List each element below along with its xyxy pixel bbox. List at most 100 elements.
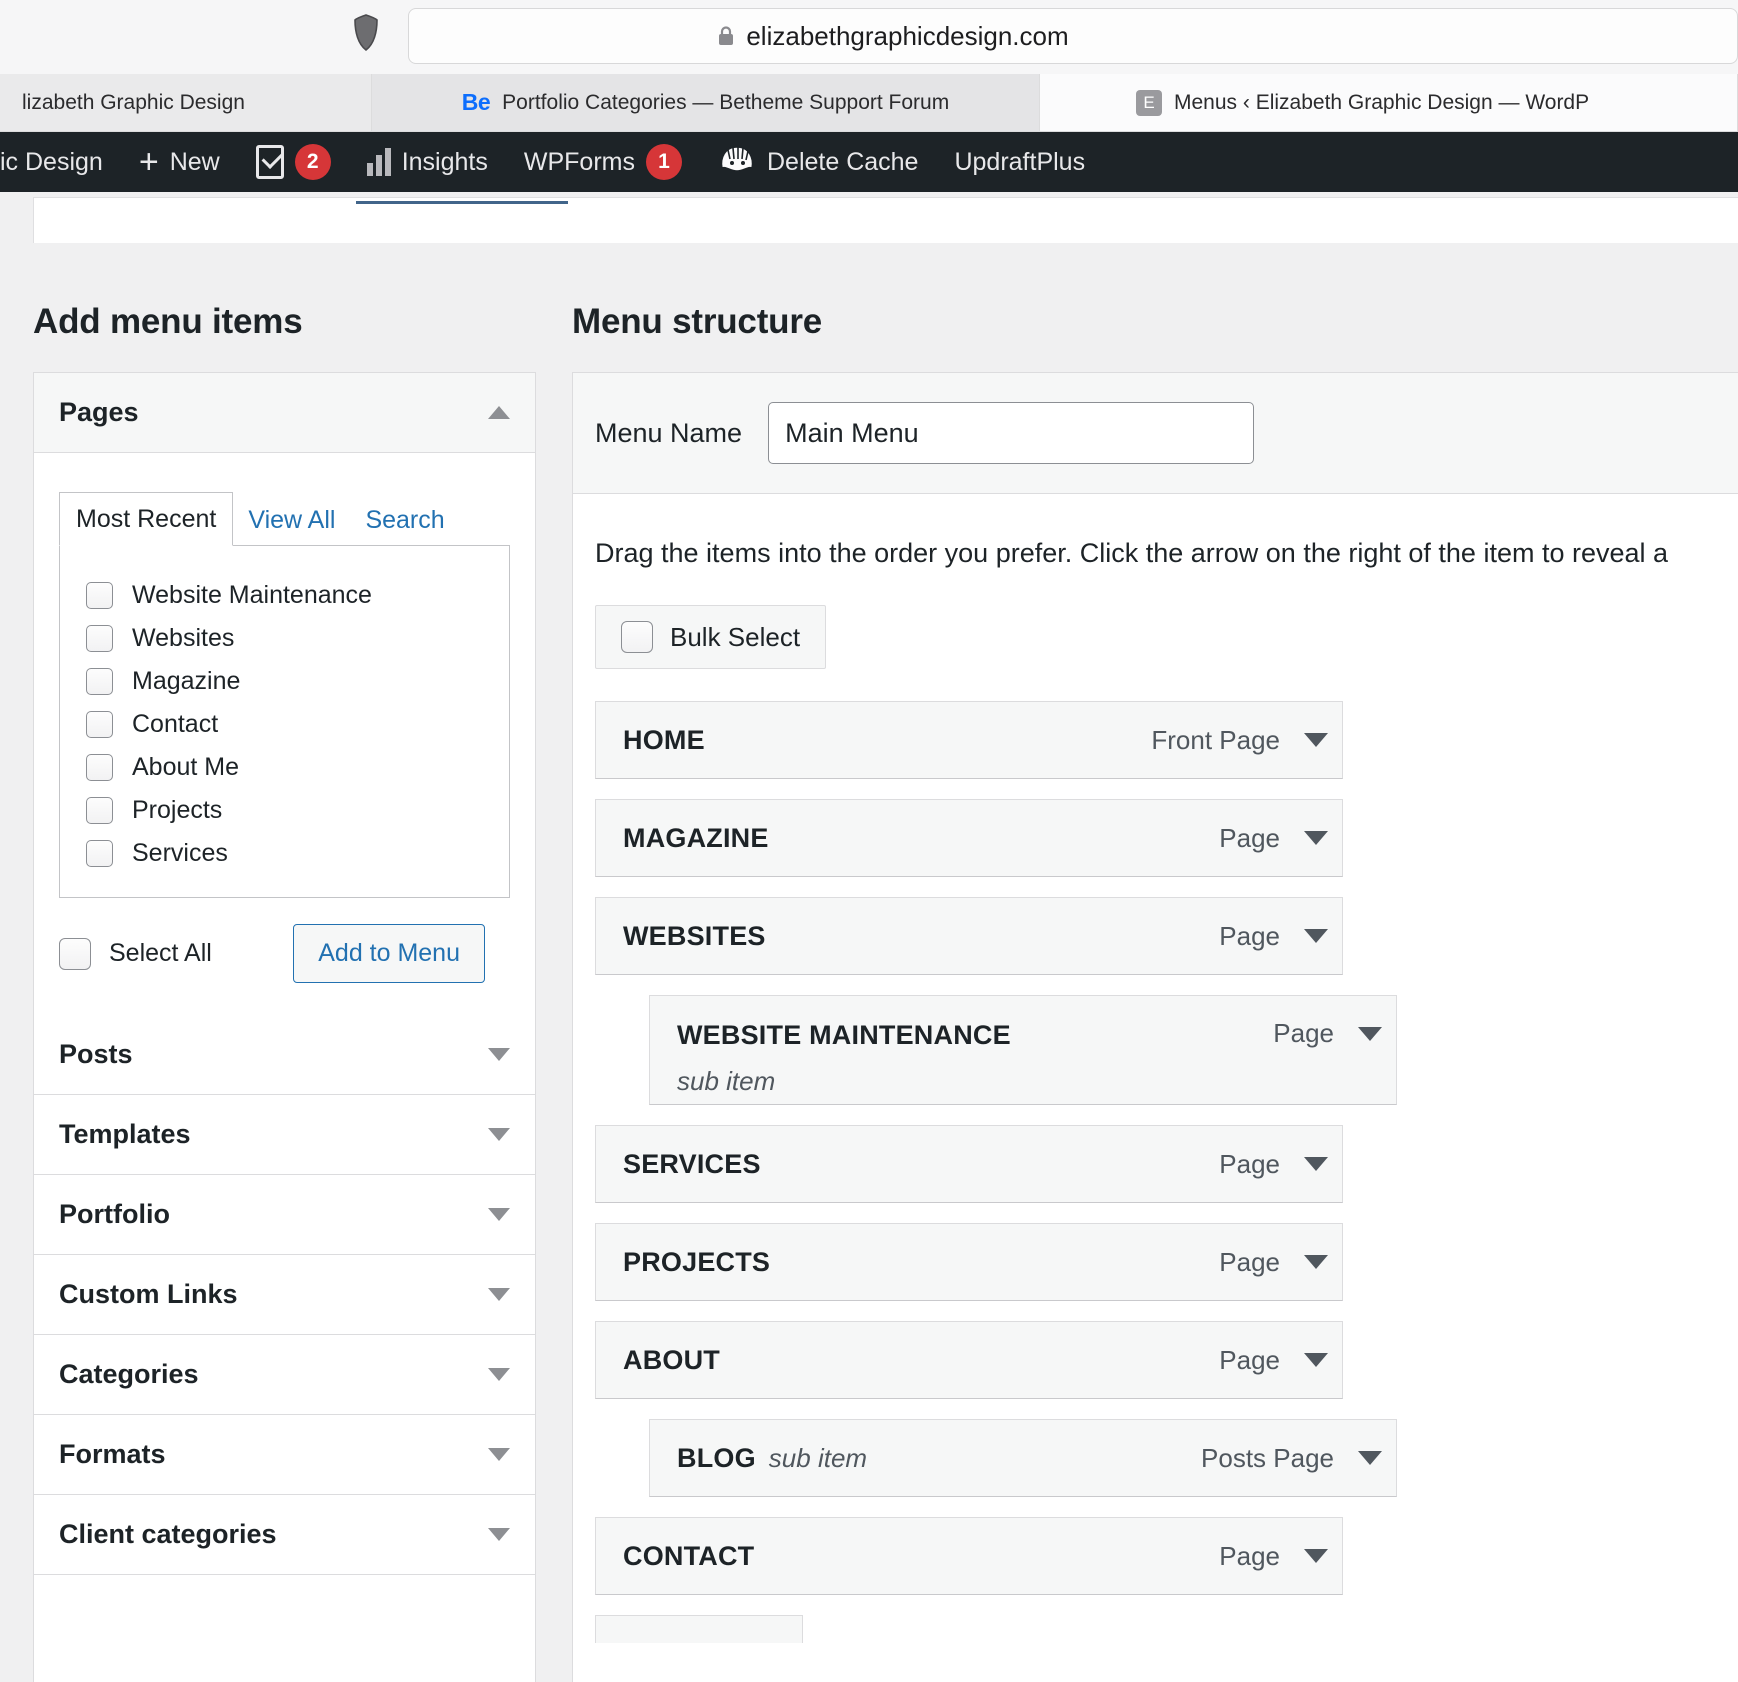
menu-item-type: Page [1219, 1540, 1280, 1571]
accordion-pages-header[interactable]: Pages [34, 373, 535, 453]
checkbox-projects[interactable] [86, 797, 113, 824]
bulk-select-toggle[interactable]: Bulk Select [595, 605, 827, 669]
chevron-down-icon[interactable] [488, 1528, 510, 1541]
menu-item-title-group: WEBSITE MAINTENANCE sub item [677, 1018, 1107, 1098]
accordion-pages-title: Pages [59, 397, 139, 427]
accordion-portfolio-header[interactable]: Portfolio [34, 1175, 535, 1255]
chevron-down-icon[interactable] [488, 1048, 510, 1061]
admin-bar-insights[interactable]: Insights [349, 132, 506, 192]
menu-item-title: HOME [623, 724, 705, 755]
add-to-menu-button[interactable]: Add to Menu [293, 924, 485, 983]
chevron-down-icon[interactable] [488, 1128, 510, 1141]
wpforms-label: WPForms [523, 147, 635, 176]
yoast-badge: 2 [294, 144, 331, 180]
bulk-select-label: Bulk Select [670, 621, 801, 652]
chevron-down-icon[interactable] [1304, 733, 1328, 747]
list-item[interactable]: Services [60, 832, 509, 875]
tab-most-recent[interactable]: Most Recent [59, 492, 234, 546]
browser-tab-3[interactable]: E Menus ‹ Elizabeth Graphic Design — Wor… [1040, 74, 1738, 131]
menu-item-type: Page [1273, 1018, 1334, 1048]
admin-bar-site-name[interactable]: ic Design [0, 132, 121, 192]
accordion-custom-links-header[interactable]: Custom Links [34, 1255, 535, 1335]
list-item-label: About Me [132, 753, 240, 781]
menu-item-websites[interactable]: WEBSITES Page [595, 897, 1343, 975]
chevron-down-icon[interactable] [1358, 1451, 1382, 1465]
list-item[interactable]: About Me [60, 746, 509, 789]
admin-bar-updraftplus[interactable]: UpdraftPlus [936, 132, 1103, 192]
chevron-down-icon[interactable] [1304, 1157, 1328, 1171]
menu-item-type: Page [1219, 920, 1280, 951]
list-item-label: Magazine [132, 667, 241, 695]
chevron-down-icon[interactable] [488, 1448, 510, 1461]
accordion-client-categories-title: Client categories [59, 1519, 277, 1549]
checkbox-services[interactable] [86, 840, 113, 867]
chevron-down-icon[interactable] [488, 1368, 510, 1381]
checkbox-magazine[interactable] [86, 668, 113, 695]
chevron-down-icon[interactable] [1304, 831, 1328, 845]
checkbox-website-maintenance[interactable] [86, 582, 113, 609]
accordion-client-categories-header[interactable]: Client categories [34, 1495, 535, 1575]
accordion-categories-header[interactable]: Categories [34, 1335, 535, 1415]
chevron-down-icon[interactable] [1304, 1353, 1328, 1367]
menu-item-meta: Posts Page [1201, 1443, 1382, 1474]
admin-bar-wpforms[interactable]: WPForms 1 [506, 132, 700, 192]
url-bar[interactable]: elizabethgraphicdesign.com [408, 8, 1738, 64]
chevron-down-icon[interactable] [488, 1288, 510, 1301]
shield-icon[interactable] [352, 14, 380, 52]
page-content: Add menu items Menu structure Pages Most… [0, 192, 1738, 1682]
menu-item-title: WEBSITES [623, 920, 766, 951]
list-item-label: Projects [132, 796, 223, 824]
admin-bar-delete-cache[interactable]: Delete Cache [700, 132, 936, 192]
menu-name-input[interactable] [768, 402, 1255, 464]
clipped-notice-panel [33, 197, 1738, 243]
tab-search[interactable]: Search [350, 493, 459, 546]
menu-item-title-group: BLOG sub item [677, 1441, 867, 1475]
menu-item-type: Posts Page [1201, 1442, 1334, 1473]
menu-item-about[interactable]: ABOUT Page [595, 1321, 1343, 1399]
menu-item-blog[interactable]: BLOG sub item Posts Page [649, 1419, 1397, 1497]
list-item[interactable]: Websites [60, 617, 509, 660]
chevron-down-icon[interactable] [488, 1208, 510, 1221]
list-item[interactable]: Website Maintenance [60, 574, 509, 617]
tab-view-all[interactable]: View All [233, 493, 350, 546]
browser-chrome: elizabethgraphicdesign.com [0, 0, 1738, 74]
checkbox-websites[interactable] [86, 625, 113, 652]
select-all-group[interactable]: Select All [59, 937, 212, 970]
checkbox-about-me[interactable] [86, 754, 113, 781]
tab-title: lizabeth Graphic Design [22, 90, 245, 114]
plus-icon: + [138, 143, 159, 181]
wp-admin-bar: ic Design + New 2 Insights WPForms 1 Del… [0, 132, 1738, 192]
chevron-down-icon[interactable] [1304, 929, 1328, 943]
chevron-down-icon[interactable] [1304, 1549, 1328, 1563]
menu-item-services[interactable]: SERVICES Page [595, 1125, 1343, 1203]
checkbox-select-all[interactable] [59, 937, 91, 970]
menu-item-contact[interactable]: CONTACT Page [595, 1517, 1343, 1595]
menu-item-home[interactable]: HOME Front Page [595, 701, 1343, 779]
admin-bar-new[interactable]: + New [121, 132, 238, 192]
accordion-formats-header[interactable]: Formats [34, 1415, 535, 1495]
list-item-label: Websites [132, 624, 235, 652]
list-item[interactable]: Magazine [60, 660, 509, 703]
wordpress-favicon: E [1136, 89, 1162, 116]
chevron-down-icon[interactable] [1358, 1026, 1382, 1041]
checkbox-bulk-select[interactable] [621, 621, 653, 653]
browser-tab-1[interactable]: lizabeth Graphic Design [0, 74, 372, 131]
drag-instructions: Drag the items into the order you prefer… [595, 538, 1669, 568]
list-item[interactable]: Contact [60, 703, 509, 746]
admin-bar-yoast[interactable]: 2 [238, 132, 349, 192]
chevron-up-icon[interactable] [488, 406, 510, 419]
list-item[interactable]: Projects [60, 789, 509, 832]
menu-item-type: Page [1219, 822, 1280, 853]
cache-monster-icon [718, 142, 756, 183]
chevron-down-icon[interactable] [1304, 1255, 1328, 1269]
accordion-templates-header[interactable]: Templates [34, 1095, 535, 1175]
menu-item-website-maintenance[interactable]: WEBSITE MAINTENANCE sub item Page [649, 995, 1397, 1105]
tab-title: Menus ‹ Elizabeth Graphic Design — WordP [1174, 90, 1590, 114]
menu-item-title: MAGAZINE [623, 822, 769, 853]
menu-item-projects[interactable]: PROJECTS Page [595, 1223, 1343, 1301]
menu-item-magazine[interactable]: MAGAZINE Page [595, 799, 1343, 877]
browser-tab-2[interactable]: Be Portfolio Categories — Betheme Suppor… [372, 74, 1040, 131]
accordion-posts-header[interactable]: Posts [34, 1015, 535, 1095]
menu-item-meta: Page [1219, 1247, 1328, 1278]
checkbox-contact[interactable] [86, 711, 113, 738]
